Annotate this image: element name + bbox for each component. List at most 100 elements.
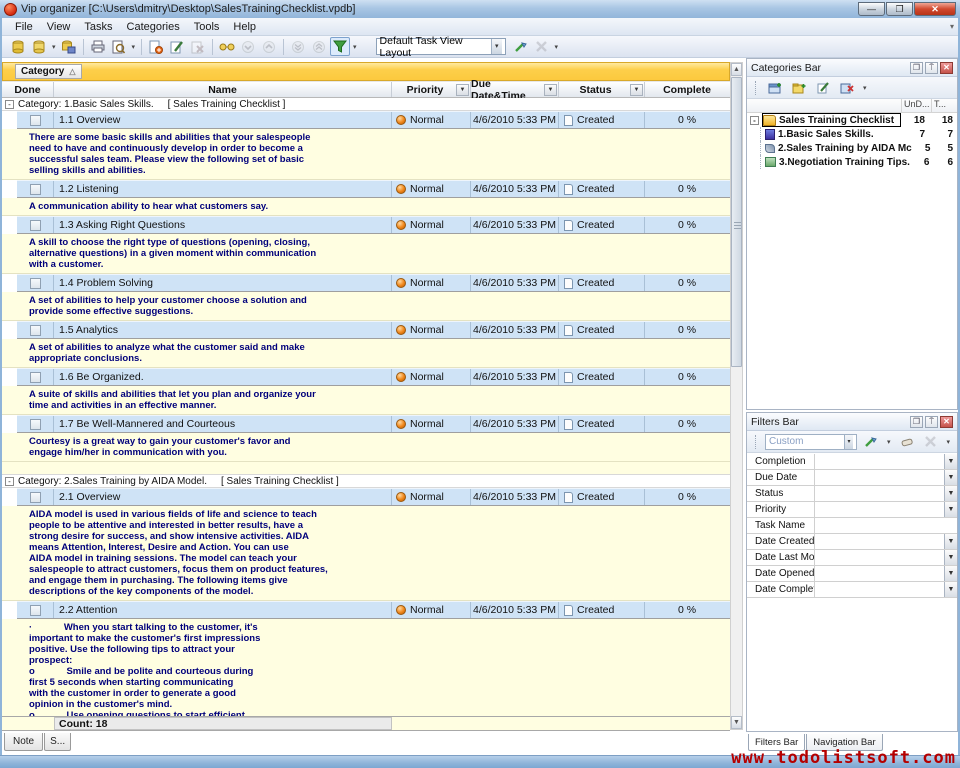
title-bar[interactable]: Vip organizer [C:\Users\dmitry\Desktop\S…	[0, 0, 960, 18]
tree-header-total[interactable]: T...	[931, 99, 957, 112]
column-header-due[interactable]: Due Date&Time▼	[471, 82, 559, 97]
scroll-up-icon[interactable]: ▲	[731, 63, 742, 76]
group-by-category-button[interactable]: Category △	[15, 64, 82, 79]
filter-preset-dropdown-icon[interactable]: ▾	[844, 435, 853, 449]
task-row[interactable]: 1.1 OverviewNormal4/6/2010 5:33 PMCreate…	[17, 111, 730, 129]
open-database-button[interactable]	[29, 37, 49, 56]
task-done-checkbox[interactable]	[30, 325, 41, 336]
clear-filter-button[interactable]	[897, 432, 917, 451]
delete-layout-button[interactable]	[532, 37, 552, 56]
delete-filter-button[interactable]	[921, 432, 941, 451]
filter-dropdown-icon[interactable]: ▼	[944, 582, 957, 597]
filter-value-field[interactable]	[815, 534, 944, 549]
menu-item-tasks[interactable]: Tasks	[77, 20, 119, 34]
task-done-checkbox[interactable]	[30, 115, 41, 126]
new-category-button[interactable]	[789, 78, 809, 97]
delete-category-button[interactable]	[837, 78, 857, 97]
menu-item-categories[interactable]: Categories	[120, 20, 187, 34]
tree-item-list[interactable]: -Sales Training Checklist1818	[747, 113, 957, 127]
grid-vertical-scrollbar[interactable]: ▲ ▼	[730, 62, 743, 730]
column-header-complete[interactable]: Complete	[645, 82, 729, 97]
edit-category-button[interactable]	[813, 78, 833, 97]
move-up-button[interactable]	[259, 37, 279, 56]
move-down-button[interactable]	[238, 37, 258, 56]
collapse-group-icon[interactable]: -	[5, 477, 14, 486]
new-todo-list-button[interactable]	[765, 78, 785, 97]
task-done-checkbox[interactable]	[30, 184, 41, 195]
layout-combo[interactable]: Default Task View Layout ▾	[376, 38, 506, 55]
print-button[interactable]	[88, 37, 108, 56]
menu-item-file[interactable]: File	[8, 20, 40, 34]
task-row[interactable]: 1.7 Be Well-Mannered and CourteousNormal…	[17, 415, 730, 433]
tree-item-body[interactable]: 1.Basic Sales Skills.	[765, 127, 901, 141]
task-row[interactable]: 2.1 OverviewNormal4/6/2010 5:33 PMCreate…	[17, 488, 730, 506]
filter-dropdown-icon[interactable]: ▾	[353, 43, 357, 51]
tree-item-body[interactable]: Sales Training Checklist	[762, 113, 901, 127]
save-database-button[interactable]	[59, 37, 79, 56]
delete-task-button[interactable]	[188, 37, 208, 56]
task-row[interactable]: 1.2 ListeningNormal4/6/2010 5:33 PMCreat…	[17, 180, 730, 198]
filter-value-field[interactable]	[815, 582, 944, 597]
filter-dropdown-icon[interactable]: ▼	[944, 534, 957, 549]
filter-dropdown-icon[interactable]: ▼	[944, 470, 957, 485]
tree-item-body[interactable]: 2.Sales Training by AIDA Mc	[765, 141, 912, 155]
collapse-tree-icon[interactable]: -	[750, 116, 759, 125]
filter-value-field[interactable]	[815, 518, 957, 533]
column-header-name[interactable]: Name	[54, 82, 392, 97]
category-group-row[interactable]: -Category: 2.Sales Training by AIDA Mode…	[2, 475, 730, 488]
menubar-overflow-icon[interactable]: ▾	[950, 22, 954, 31]
open-database-dropdown-icon[interactable]: ▾	[52, 43, 56, 51]
task-done-checkbox[interactable]	[30, 419, 41, 430]
task-row[interactable]: 2.2 AttentionNormal4/6/2010 5:33 PMCreat…	[17, 601, 730, 619]
task-done-checkbox[interactable]	[30, 278, 41, 289]
filter-preset-combo[interactable]: Custom ▾	[765, 434, 857, 450]
filter-button[interactable]	[330, 37, 350, 56]
move-top-button[interactable]	[309, 37, 329, 56]
move-bottom-button[interactable]	[288, 37, 308, 56]
edit-task-button[interactable]	[167, 37, 187, 56]
categories-pin-button[interactable]: ⍑	[925, 62, 938, 74]
categories-restore-button[interactable]: ❐	[910, 62, 923, 74]
print-preview-button[interactable]	[109, 37, 129, 56]
tree-item-category[interactable]: 3.Negotiation Training Tips.66	[747, 155, 957, 169]
column-header-status[interactable]: Status▼	[559, 82, 645, 97]
filter-value-field[interactable]	[815, 502, 944, 517]
close-button[interactable]: ✕	[914, 2, 956, 16]
print-dropdown-icon[interactable]: ▾	[132, 43, 136, 51]
filter-dropdown-icon[interactable]: ▼	[944, 486, 957, 501]
scroll-down-icon[interactable]: ▼	[731, 716, 742, 729]
column-header-priority[interactable]: Priority▼	[392, 82, 471, 97]
menu-item-view[interactable]: View	[40, 20, 78, 34]
column-header-done[interactable]: Done	[2, 82, 54, 97]
task-done-checkbox[interactable]	[30, 372, 41, 383]
filters-close-button[interactable]: ✕	[940, 416, 953, 428]
tree-item-category[interactable]: 2.Sales Training by AIDA Mc55	[747, 141, 957, 155]
apply-filter-dropdown-icon[interactable]: ▾	[887, 438, 891, 446]
categories-close-button[interactable]: ✕	[940, 62, 953, 74]
filter-value-field[interactable]	[815, 470, 944, 485]
due-filter-dropdown-icon[interactable]: ▼	[544, 84, 557, 96]
status-filter-dropdown-icon[interactable]: ▼	[630, 84, 643, 96]
menu-item-help[interactable]: Help	[226, 20, 263, 34]
filter-value-field[interactable]	[815, 566, 944, 581]
task-row[interactable]: 1.4 Problem SolvingNormal4/6/2010 5:33 P…	[17, 274, 730, 292]
apply-filter-button[interactable]	[861, 432, 881, 451]
category-group-row[interactable]: -Category: 1.Basic Sales Skills.[ Sales …	[2, 98, 730, 111]
filter-dropdown-icon[interactable]: ▼	[944, 502, 957, 517]
menu-item-tools[interactable]: Tools	[187, 20, 227, 34]
filter-dropdown-icon[interactable]: ▼	[944, 454, 957, 469]
tree-item-category[interactable]: 1.Basic Sales Skills.77	[747, 127, 957, 141]
filter-value-field[interactable]	[815, 486, 944, 501]
view-notes-button[interactable]	[217, 37, 237, 56]
filter-value-field[interactable]	[815, 454, 944, 469]
priority-filter-dropdown-icon[interactable]: ▼	[456, 84, 469, 96]
apply-layout-button[interactable]	[511, 37, 531, 56]
task-row[interactable]: 1.6 Be Organized.Normal4/6/2010 5:33 PMC…	[17, 368, 730, 386]
task-done-checkbox[interactable]	[30, 492, 41, 503]
maximize-button[interactable]: ❐	[886, 2, 913, 16]
scrollbar-thumb[interactable]	[731, 77, 742, 367]
filter-value-field[interactable]	[815, 550, 944, 565]
tab-note[interactable]: Note	[4, 733, 43, 751]
task-done-checkbox[interactable]	[30, 220, 41, 231]
tab-s[interactable]: S...	[44, 733, 71, 751]
